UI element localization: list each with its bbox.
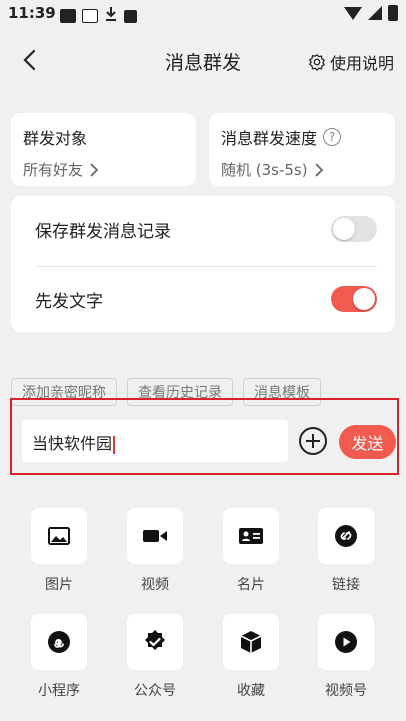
compose-area: 当快软件园 发送 (10, 398, 399, 475)
link-icon (335, 525, 357, 547)
text-first-toggle[interactable] (331, 286, 377, 312)
tool-label: 小程序 (38, 683, 80, 699)
speed-title: 消息群发速度 (221, 129, 318, 148)
tool-link[interactable]: 链接 (306, 508, 386, 594)
message-input[interactable]: 当快软件园 (22, 420, 288, 462)
add-attachment-button[interactable] (299, 427, 327, 455)
download-notification-icon (104, 6, 118, 26)
text-first-label: 先发文字 (35, 291, 103, 312)
image-icon (48, 527, 70, 545)
signal-icon (368, 6, 382, 20)
target-title: 群发对象 (23, 129, 88, 148)
app-notification-icon (82, 9, 98, 23)
save-record-label: 保存群发消息记录 (35, 221, 171, 242)
message-text: 当快软件园 (32, 434, 113, 453)
notification-icons (60, 6, 137, 26)
video-icon (143, 530, 167, 542)
status-bar: 11:39 (0, 0, 406, 28)
settings-card: 保存群发消息记录 先发文字 (11, 196, 395, 332)
speed-value: 随机 (3s-5s) (221, 161, 308, 179)
text-caret (113, 435, 116, 454)
tool-label: 视频号 (325, 683, 367, 699)
tool-label: 名片 (237, 577, 265, 593)
tool-mini-program[interactable]: 小程序 (19, 614, 99, 700)
tool-image[interactable]: 图片 (19, 508, 99, 594)
wifi-icon (344, 6, 362, 20)
tool-label: 视频 (141, 577, 169, 593)
header: 消息群发 使用说明 (0, 38, 406, 82)
chevron-right-icon (90, 162, 99, 177)
tool-video[interactable]: 视频 (115, 508, 195, 594)
text-notification-icon (124, 9, 137, 23)
official-account-icon (145, 630, 165, 650)
gallery-notification-icon (60, 9, 76, 23)
gear-icon (308, 53, 326, 71)
tool-label: 链接 (332, 577, 360, 593)
battery-icon (388, 5, 398, 21)
tool-official-account[interactable]: 公众号 (115, 614, 195, 700)
save-record-row: 保存群发消息记录 (35, 196, 377, 262)
target-card[interactable]: 群发对象 所有好友 (11, 113, 196, 186)
tool-business-card[interactable]: 名片 (211, 508, 291, 594)
favorites-icon (240, 631, 262, 653)
tool-favorites[interactable]: 收藏 (211, 614, 291, 700)
tool-video-channel[interactable]: 视频号 (306, 614, 386, 700)
question-icon[interactable]: ? (323, 128, 342, 146)
tool-label: 收藏 (237, 683, 265, 699)
text-first-row: 先发文字 (35, 266, 377, 332)
speed-card[interactable]: 消息群发速度 ? 随机 (3s-5s) (209, 113, 395, 186)
target-value: 所有好友 (23, 161, 84, 179)
video-channel-icon (335, 631, 357, 653)
business-card-icon (239, 528, 263, 544)
tool-label: 公众号 (134, 683, 176, 699)
chevron-right-icon (314, 162, 323, 177)
status-time: 11:39 (8, 4, 56, 22)
send-button[interactable]: 发送 (339, 425, 396, 459)
help-button[interactable]: 使用说明 (308, 50, 394, 74)
tool-label: 图片 (45, 577, 73, 593)
save-record-toggle[interactable] (331, 216, 377, 242)
system-icons (344, 5, 398, 21)
mini-program-icon (48, 631, 70, 653)
help-label: 使用说明 (329, 54, 394, 73)
